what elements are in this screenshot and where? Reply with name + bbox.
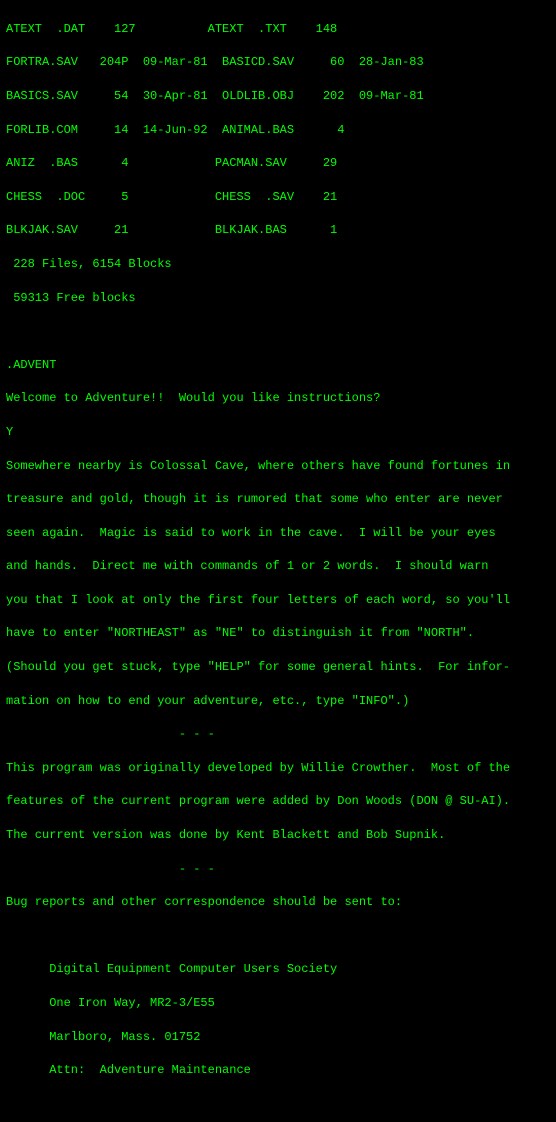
advent-text-6: have to enter "NORTHEAST" as "NE" to dis… — [6, 625, 550, 642]
advent-text-11: The current version was done by Kent Bla… — [6, 827, 550, 844]
advent-sep-2: - - - — [6, 861, 550, 878]
blank-3 — [6, 1096, 550, 1113]
file-list-row-1: ATEXT .DAT 127 ATEXT .TXT 148 — [6, 21, 550, 38]
file-list-row-4: FORLIB.COM 14 14-Jun-92 ANIMAL.BAS 4 — [6, 122, 550, 139]
file-summary-2: 59313 Free blocks — [6, 290, 550, 307]
advent-intro: Welcome to Adventure!! Would you like in… — [6, 390, 550, 407]
blank-2 — [6, 928, 550, 945]
terminal-output: ATEXT .DAT 127 ATEXT .TXT 148 FORTRA.SAV… — [6, 4, 550, 1122]
advent-text-7: (Should you get stuck, type "HELP" for s… — [6, 659, 550, 676]
file-list-row-6: CHESS .DOC 5 CHESS .SAV 21 — [6, 189, 550, 206]
advent-text-2: treasure and gold, though it is rumored … — [6, 491, 550, 508]
blank-1 — [6, 323, 550, 340]
advent-text-3: seen again. Magic is said to work in the… — [6, 525, 550, 542]
advent-command: .ADVENT — [6, 357, 550, 374]
advent-text-10: features of the current program were add… — [6, 793, 550, 810]
advent-addr-1: Digital Equipment Computer Users Society — [6, 961, 550, 978]
advent-text-12: Bug reports and other correspondence sho… — [6, 894, 550, 911]
advent-prompt-y: Y — [6, 424, 550, 441]
file-list-row-5: ANIZ .BAS 4 PACMAN.SAV 29 — [6, 155, 550, 172]
advent-text-9: This program was originally developed by… — [6, 760, 550, 777]
advent-text-1: Somewhere nearby is Colossal Cave, where… — [6, 458, 550, 475]
file-list-row-3: BASICS.SAV 54 30-Apr-81 OLDLIB.OBJ 202 0… — [6, 88, 550, 105]
file-list-row-7: BLKJAK.SAV 21 BLKJAK.BAS 1 — [6, 222, 550, 239]
advent-text-8: mation on how to end your adventure, etc… — [6, 693, 550, 710]
advent-sep-1: - - - — [6, 726, 550, 743]
advent-addr-3: Marlboro, Mass. 01752 — [6, 1029, 550, 1046]
file-list-row-2: FORTRA.SAV 204P 09-Mar-81 BASICD.SAV 60 … — [6, 54, 550, 71]
file-summary-1: 228 Files, 6154 Blocks — [6, 256, 550, 273]
advent-addr-4: Attn: Adventure Maintenance — [6, 1062, 550, 1079]
advent-text-5: you that I look at only the first four l… — [6, 592, 550, 609]
advent-addr-2: One Iron Way, MR2-3/E55 — [6, 995, 550, 1012]
